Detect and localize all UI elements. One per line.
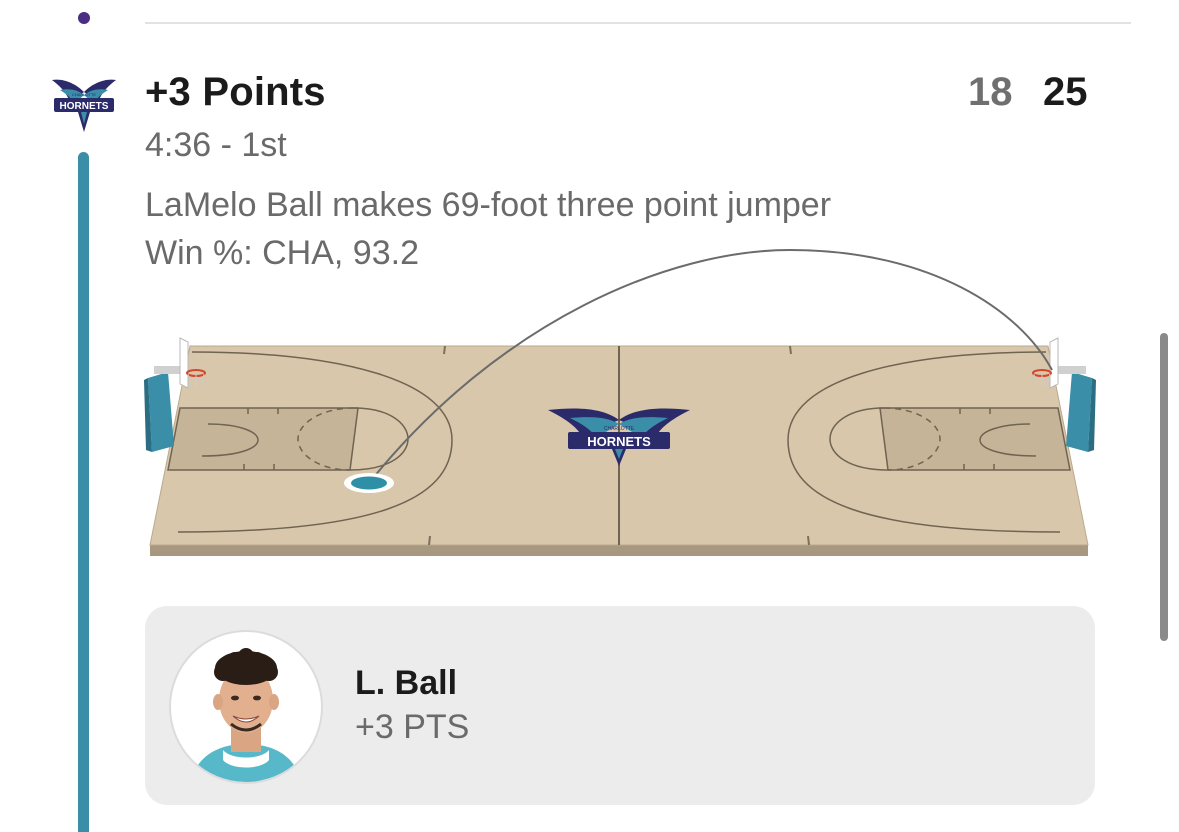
- svg-text:CHARLOTTE: CHARLOTTE: [604, 426, 635, 432]
- svg-text:CHARLOTTE: CHARLOTTE: [72, 92, 97, 97]
- player-card[interactable]: L. Ball +3 PTS: [145, 606, 1095, 805]
- play-description: LaMelo Ball makes 69-foot three point ju…: [145, 186, 832, 224]
- play-time: 4:36 - 1st: [145, 126, 287, 164]
- timeline-dot: [78, 12, 90, 24]
- right-paint: [879, 407, 1071, 471]
- score-home: 25: [1043, 70, 1088, 114]
- scrollbar[interactable]: [1160, 333, 1168, 641]
- player-avatar: [169, 630, 323, 784]
- shot-marker: [351, 476, 387, 490]
- shot-chart-court: HORNETS CHARLOTTE: [144, 248, 1096, 556]
- player-headshot-icon: [191, 648, 301, 782]
- timeline-bar: [78, 152, 89, 832]
- left-paint: [167, 407, 359, 471]
- score-away: 18: [968, 70, 1013, 114]
- divider: [145, 22, 1131, 24]
- player-stat: +3 PTS: [355, 708, 470, 746]
- court-edge: [150, 545, 1088, 556]
- play-by-play-page: HORNETS CHARLOTTE +3 Points 18 25 4:36 -…: [0, 0, 1179, 832]
- svg-text:HORNETS: HORNETS: [60, 101, 109, 112]
- play-title: +3 Points: [145, 70, 326, 114]
- hornets-logo-icon: HORNETS CHARLOTTE: [52, 79, 116, 132]
- svg-text:HORNETS: HORNETS: [587, 434, 651, 449]
- player-name: L. Ball: [355, 664, 458, 702]
